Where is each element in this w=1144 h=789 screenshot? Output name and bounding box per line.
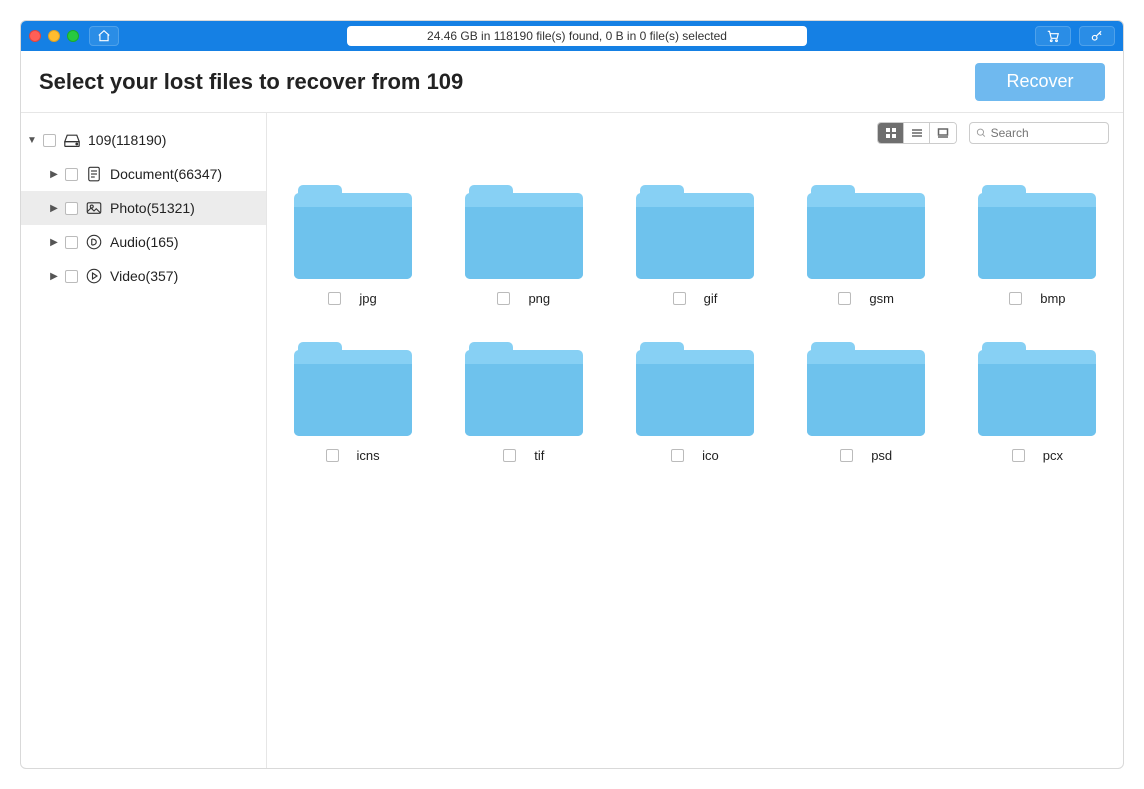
folder-name: gif (704, 291, 718, 306)
cart-icon (1045, 29, 1061, 43)
minimize-window-button[interactable] (48, 30, 60, 42)
chevron-right-icon: ▶ (49, 169, 59, 179)
folder-item[interactable]: icns (287, 342, 418, 463)
view-switch (877, 122, 957, 144)
video-icon (84, 266, 104, 286)
audio-icon (84, 232, 104, 252)
folder-item[interactable]: png (458, 185, 589, 306)
window-controls (29, 30, 79, 42)
recover-button[interactable]: Recover (975, 63, 1105, 101)
checkbox[interactable] (65, 168, 78, 181)
folder-icon (294, 185, 412, 279)
folder-item[interactable]: gif (629, 185, 760, 306)
checkbox[interactable] (65, 270, 78, 283)
sidebar-item-label: Document(66347) (110, 166, 222, 182)
folder-name: bmp (1040, 291, 1065, 306)
document-icon (84, 164, 104, 184)
search-box[interactable] (969, 122, 1109, 144)
app-window: 24.46 GB in 118190 file(s) found, 0 B in… (20, 20, 1124, 769)
folder-item[interactable]: ico (629, 342, 760, 463)
checkbox[interactable] (43, 134, 56, 147)
page-title: Select your lost files to recover from 1… (39, 69, 463, 95)
search-icon (976, 127, 987, 139)
sidebar-item-label: Photo(51321) (110, 200, 195, 216)
checkbox[interactable] (65, 202, 78, 215)
search-input[interactable] (991, 126, 1102, 140)
checkbox[interactable] (497, 292, 510, 305)
folder-name: gsm (869, 291, 894, 306)
sidebar-item-video[interactable]: ▶ Video(357) (21, 259, 266, 293)
chevron-right-icon: ▶ (49, 271, 59, 281)
sidebar: ▼ 109(118190) ▶ Document(66347) ▶ (21, 113, 267, 768)
titlebar: 24.46 GB in 118190 file(s) found, 0 B in… (21, 21, 1123, 51)
key-button[interactable] (1079, 26, 1115, 46)
checkbox[interactable] (328, 292, 341, 305)
detail-icon (937, 127, 949, 139)
folder-name: ico (702, 448, 719, 463)
drive-icon (62, 130, 82, 150)
folder-icon (807, 342, 925, 436)
chevron-down-icon: ▼ (27, 135, 37, 145)
folder-name: tif (534, 448, 544, 463)
view-grid-button[interactable] (878, 123, 904, 143)
folder-icon (465, 185, 583, 279)
sidebar-item-label: Audio(165) (110, 234, 179, 250)
sidebar-item-label: Video(357) (110, 268, 178, 284)
checkbox[interactable] (65, 236, 78, 249)
status-bar: 24.46 GB in 118190 file(s) found, 0 B in… (347, 26, 807, 46)
folder-icon (978, 342, 1096, 436)
folder-item[interactable]: jpg (287, 185, 418, 306)
maximize-window-button[interactable] (67, 30, 79, 42)
folder-grid: jpg png gif gsm (267, 149, 1123, 768)
folder-item[interactable]: psd (801, 342, 932, 463)
folder-icon (978, 185, 1096, 279)
checkbox[interactable] (671, 449, 684, 462)
chevron-right-icon: ▶ (49, 203, 59, 213)
cart-button[interactable] (1035, 26, 1071, 46)
main-panel: jpg png gif gsm (267, 113, 1123, 768)
home-button[interactable] (89, 26, 119, 46)
folder-name: psd (871, 448, 892, 463)
folder-icon (807, 185, 925, 279)
folder-item[interactable]: gsm (801, 185, 932, 306)
tree-root[interactable]: ▼ 109(118190) (21, 123, 266, 157)
folder-item[interactable]: bmp (972, 185, 1103, 306)
close-window-button[interactable] (29, 30, 41, 42)
sidebar-item-photo[interactable]: ▶ Photo(51321) (21, 191, 266, 225)
key-icon (1089, 29, 1105, 43)
list-icon (911, 127, 923, 139)
folder-item[interactable]: pcx (972, 342, 1103, 463)
folder-icon (636, 342, 754, 436)
checkbox[interactable] (326, 449, 339, 462)
grid-icon (885, 127, 897, 139)
checkbox[interactable] (673, 292, 686, 305)
checkbox[interactable] (1009, 292, 1022, 305)
checkbox[interactable] (503, 449, 516, 462)
folder-name: png (528, 291, 550, 306)
toolbar (267, 117, 1123, 149)
view-list-button[interactable] (904, 123, 930, 143)
home-icon (97, 29, 111, 43)
page-header: Select your lost files to recover from 1… (21, 51, 1123, 113)
sidebar-item-audio[interactable]: ▶ Audio(165) (21, 225, 266, 259)
chevron-right-icon: ▶ (49, 237, 59, 247)
view-detail-button[interactable] (930, 123, 956, 143)
checkbox[interactable] (838, 292, 851, 305)
checkbox[interactable] (840, 449, 853, 462)
folder-icon (636, 185, 754, 279)
tree-root-label: 109(118190) (88, 132, 166, 148)
photo-icon (84, 198, 104, 218)
status-text: 24.46 GB in 118190 file(s) found, 0 B in… (427, 29, 727, 43)
checkbox[interactable] (1012, 449, 1025, 462)
folder-name: jpg (359, 291, 376, 306)
sidebar-item-document[interactable]: ▶ Document(66347) (21, 157, 266, 191)
folder-item[interactable]: tif (458, 342, 589, 463)
folder-icon (465, 342, 583, 436)
folder-name: icns (357, 448, 380, 463)
folder-icon (294, 342, 412, 436)
folder-name: pcx (1043, 448, 1063, 463)
